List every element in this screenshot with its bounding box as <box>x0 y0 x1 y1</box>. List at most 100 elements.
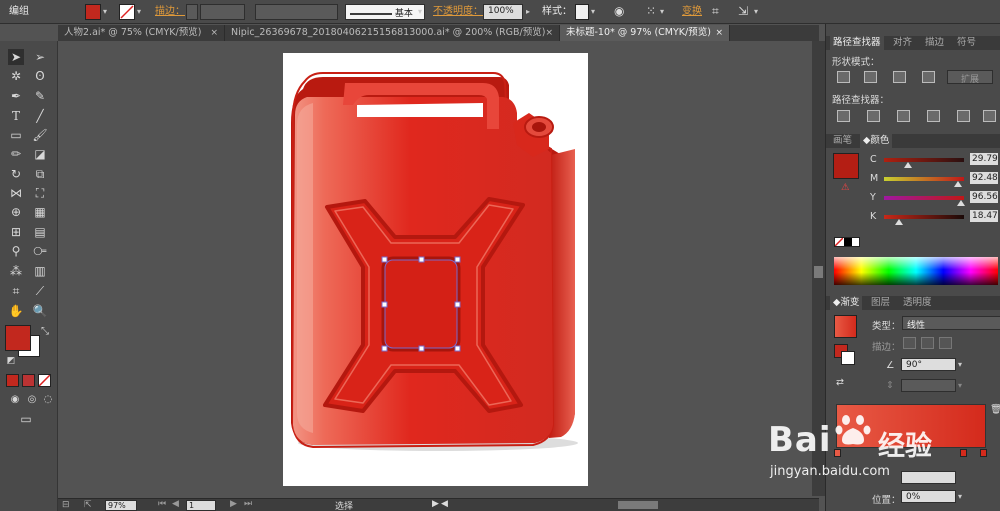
expand-button[interactable]: 扩展 <box>947 70 993 84</box>
scroll-thumb[interactable] <box>814 266 823 278</box>
channel-slider-knob[interactable] <box>957 200 966 206</box>
angle-field[interactable]: 90° <box>901 358 956 371</box>
export-icon[interactable]: ⇱ <box>84 500 92 510</box>
chevron-down-icon[interactable]: ▾ <box>958 378 962 394</box>
tab-document-1[interactable]: 人物2.ai* @ 75% (CMYK/预览) × <box>58 25 225 41</box>
magic-wand-tool-icon[interactable]: ✲ <box>8 68 24 84</box>
color-spectrum[interactable] <box>834 257 998 285</box>
next-page-icon[interactable]: ▶ <box>230 499 237 509</box>
minus-back-button[interactable] <box>983 110 996 122</box>
eyedropper-tool-icon[interactable]: ⚲ <box>8 243 24 259</box>
pen-tool-icon[interactable]: ✒ <box>8 88 24 104</box>
page-field[interactable]: 1 <box>186 500 216 511</box>
isolate-icon[interactable]: ⌗ <box>712 4 719 20</box>
fill-swatch[interactable] <box>85 4 101 20</box>
stroke-gradient-across-button[interactable] <box>939 337 952 349</box>
lasso-tool-icon[interactable]: ʘ <box>32 68 48 84</box>
none-mode-button[interactable] <box>38 374 51 387</box>
h-scroll-thumb[interactable] <box>618 501 658 509</box>
width-tool-icon[interactable]: ⋈ <box>8 185 24 201</box>
channel-slider-knob[interactable] <box>903 162 912 168</box>
gradient-type-select[interactable]: 线性 <box>902 316 1000 330</box>
reverse-gradient-icon[interactable]: ⇄ <box>836 377 844 388</box>
gradient-mode-button[interactable] <box>22 374 35 387</box>
close-icon[interactable]: × <box>545 25 553 41</box>
first-page-icon[interactable]: ⏮ <box>158 499 166 509</box>
tab-color[interactable]: ◆颜色 <box>860 134 893 148</box>
symbol-sprayer-tool-icon[interactable]: ⁂ <box>8 263 24 279</box>
minus-front-button[interactable] <box>864 71 877 83</box>
jerrycan-artwork[interactable] <box>283 53 588 486</box>
channel-slider[interactable] <box>884 196 964 200</box>
artboard-tool-icon[interactable]: ⌗ <box>8 283 24 299</box>
zoom-field[interactable]: 97% <box>105 500 137 511</box>
transform-link[interactable]: 变换 <box>682 4 702 20</box>
out-of-gamut-icon[interactable]: ⚠ <box>841 182 850 193</box>
hand-tool-icon[interactable]: ✋ <box>8 303 24 319</box>
draw-mode-icon[interactable]: ◉ <box>7 392 23 408</box>
chevron-down-icon[interactable]: ▾ <box>103 4 107 20</box>
pencil-tool-icon[interactable]: ✏ <box>8 146 24 162</box>
close-icon[interactable]: × <box>715 25 723 41</box>
chevron-down-icon[interactable]: ▾ <box>137 4 141 20</box>
free-transform-tool-icon[interactable]: ⛶ <box>32 185 48 201</box>
tab-pathfinder[interactable]: 路径查找器 <box>830 36 884 50</box>
trim-button[interactable] <box>867 110 880 122</box>
tab-layers[interactable]: 图层 <box>868 296 893 310</box>
channel-slider-knob[interactable] <box>953 181 962 187</box>
stroke-weight-field[interactable] <box>200 4 245 20</box>
selection-tool-icon[interactable]: ➤ <box>8 49 24 65</box>
channel-slider[interactable] <box>884 158 964 162</box>
gradient-swatch[interactable] <box>834 315 857 338</box>
artboard[interactable] <box>283 53 588 486</box>
fill-color-box[interactable] <box>5 325 31 351</box>
brush-select[interactable]: 基本 <box>345 4 425 20</box>
draw-behind-icon[interactable]: ◎ <box>24 392 40 408</box>
stroke-gradient-within-button[interactable] <box>903 337 916 349</box>
tab-symbol[interactable]: 符号 <box>954 36 979 50</box>
chevron-down-icon[interactable]: ▾ <box>660 4 664 20</box>
color-fill-swatch[interactable] <box>833 153 859 179</box>
chevron-down-icon[interactable]: ▾ <box>754 4 758 20</box>
screen-mode-icon[interactable]: ▭ <box>18 411 34 427</box>
channel-value-field[interactable]: 92.48 <box>970 172 998 184</box>
tab-stroke[interactable]: 描边 <box>922 36 947 50</box>
recolor-icon[interactable]: ◉ <box>614 4 624 20</box>
variable-width-select[interactable] <box>255 4 338 20</box>
tab-brushes[interactable]: 画笔 <box>830 134 855 148</box>
slice-tool-icon[interactable]: ⟋ <box>32 283 48 299</box>
swap-icon[interactable]: ⤡ <box>37 324 53 340</box>
zoom-tool-icon[interactable]: 🔍 <box>32 303 48 319</box>
intersect-button[interactable] <box>893 71 906 83</box>
eraser-tool-icon[interactable]: ◪ <box>32 146 48 162</box>
unite-button[interactable] <box>837 71 850 83</box>
chevron-down-icon[interactable]: ▾ <box>591 4 595 20</box>
prev-page-icon[interactable]: ◀ <box>172 499 179 509</box>
crop-button[interactable] <box>927 110 940 122</box>
scroll-left-icon[interactable]: ◀ <box>441 499 448 509</box>
curvature-tool-icon[interactable]: ✎ <box>32 88 48 104</box>
tab-transparency[interactable]: 透明度 <box>900 296 935 310</box>
blend-tool-icon[interactable]: ⧃ <box>32 243 48 259</box>
line-tool-icon[interactable]: ╱ <box>32 108 48 124</box>
none-black-white-swatches[interactable] <box>834 237 860 247</box>
last-page-icon[interactable]: ⏭ <box>244 499 252 509</box>
color-mode-button[interactable] <box>6 374 19 387</box>
aspect-ratio-field[interactable] <box>901 379 956 392</box>
tab-document-2[interactable]: Nipic_26369678_20180406215156813000.ai* … <box>225 25 560 41</box>
rectangle-tool-icon[interactable]: ▭ <box>8 127 24 143</box>
gradient-tool-icon[interactable]: ▤ <box>32 224 48 240</box>
stroke-gradient-along-button[interactable] <box>921 337 934 349</box>
exclude-button[interactable] <box>922 71 935 83</box>
chevron-down-icon[interactable]: ▾ <box>418 4 422 20</box>
channel-slider-knob[interactable] <box>894 219 903 225</box>
direct-selection-tool-icon[interactable]: ➢ <box>32 49 48 65</box>
tab-align[interactable]: 对齐 <box>890 36 915 50</box>
arrange-icon[interactable]: ⇲ <box>738 4 748 20</box>
align-grid-icon[interactable]: ⁙ <box>646 4 656 20</box>
shape-builder-tool-icon[interactable]: ⊕ <box>8 204 24 220</box>
default-colors-icon[interactable]: ◩ <box>3 353 19 369</box>
status-menu-icon[interactable]: ▶ <box>432 499 439 509</box>
perspective-grid-tool-icon[interactable]: ▦ <box>32 204 48 220</box>
style-swatch[interactable] <box>575 4 589 20</box>
